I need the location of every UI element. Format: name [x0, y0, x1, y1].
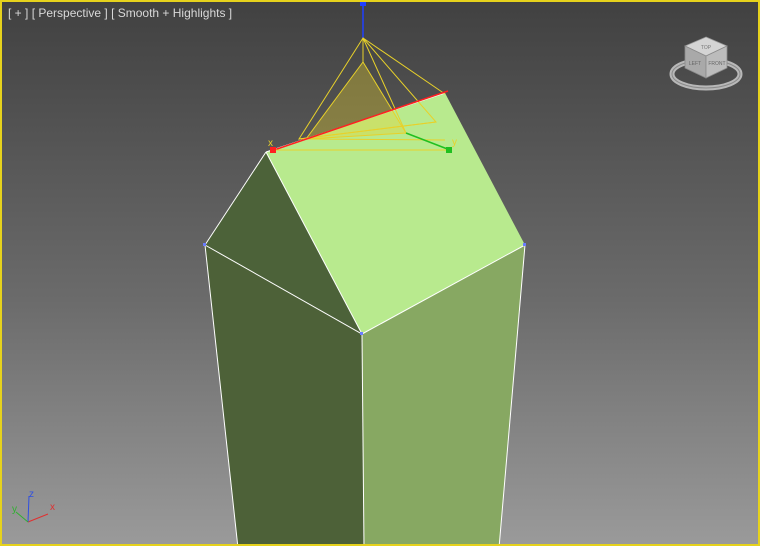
perspective-viewport[interactable]: [ + ] [ Perspective ] [ Smooth + Highlig…: [0, 0, 760, 546]
tripod-z-label: z: [29, 489, 34, 500]
viewcube-top-label: TOP: [701, 45, 712, 51]
gizmo-y-label: y: [452, 137, 457, 148]
tripod-y-label: y: [12, 504, 17, 515]
viewcube[interactable]: TOP LEFT FRONT: [669, 32, 743, 96]
viewcube-left-label: LEFT: [689, 61, 701, 67]
viewcube-front-label: FRONT: [708, 61, 725, 67]
tripod-x-label: x: [50, 502, 55, 513]
gizmo-x-label: x: [268, 138, 273, 149]
scene-canvas[interactable]: x y: [2, 2, 760, 546]
axis-tripod: x y z: [12, 489, 55, 523]
